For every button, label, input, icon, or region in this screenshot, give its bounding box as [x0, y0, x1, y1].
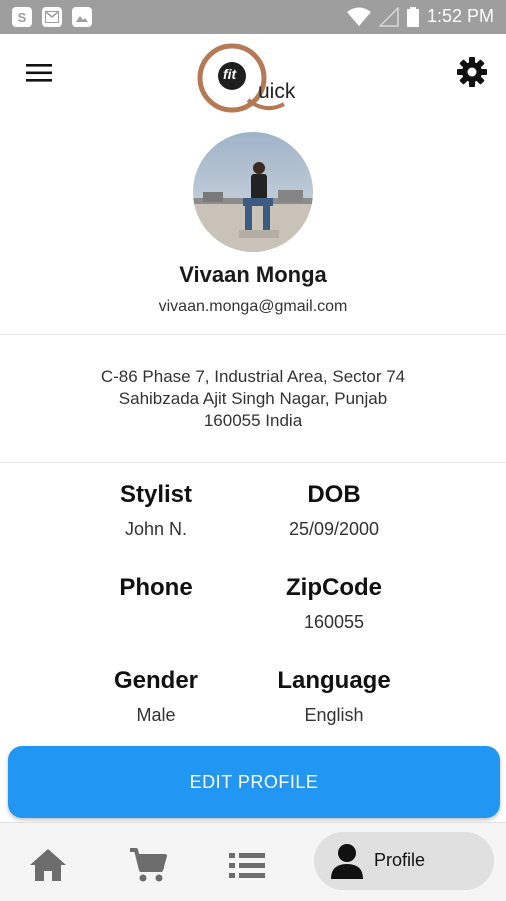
home-icon — [30, 849, 66, 881]
language-value: English — [304, 705, 364, 725]
nav-profile[interactable]: Profile — [314, 832, 494, 890]
stylist-label: Stylist — [119, 481, 193, 508]
nav-list[interactable] — [227, 845, 267, 885]
profile-email: vivaan.monga@gmail.com — [158, 298, 348, 315]
status-time: 1:52 PM — [426, 6, 494, 26]
wifi-icon — [346, 7, 371, 26]
mail-icon — [42, 7, 62, 27]
avatar-photo — [193, 132, 313, 252]
stylist-value: John N. — [124, 519, 188, 539]
edit-profile-button[interactable]: EDIT PROFILE — [8, 746, 500, 818]
divider — [0, 462, 506, 463]
bottom-nav: Profile — [0, 822, 506, 901]
profile-name: Vivaan Monga — [179, 262, 327, 287]
zipcode-value: 160055 — [303, 612, 365, 632]
list-icon — [229, 853, 265, 878]
image-icon — [72, 7, 92, 27]
signal-icon — [378, 6, 399, 27]
profile-icon — [331, 844, 363, 879]
app-logo: fit uick — [196, 42, 316, 114]
divider — [0, 334, 506, 335]
language-label: Language — [277, 667, 391, 694]
gender-label: Gender — [113, 667, 199, 694]
nav-cart[interactable] — [128, 845, 168, 885]
phone-label: Phone — [119, 574, 193, 601]
menu-button[interactable] — [24, 58, 54, 88]
skype-icon: S — [12, 7, 32, 27]
gear-icon — [457, 57, 487, 87]
gender-value: Male — [136, 705, 176, 725]
status-bar: S 1:52 PM — [0, 0, 506, 34]
dob-label: DOB — [307, 481, 361, 508]
status-right-icons: 1:52 PM — [346, 6, 494, 27]
logo-text: uick — [258, 80, 296, 103]
app-header: fit uick — [0, 34, 506, 114]
status-left-icons: S — [12, 7, 92, 27]
address-line-1: C-86 Phase 7, Industrial Area, Sector 74 — [100, 367, 406, 386]
zipcode-label: ZipCode — [286, 574, 382, 601]
battery-icon — [406, 6, 419, 27]
logo-badge: fit — [223, 66, 237, 82]
settings-button[interactable] — [456, 56, 488, 88]
nav-home[interactable] — [28, 845, 68, 885]
dob-value: 25/09/2000 — [288, 519, 380, 539]
nav-profile-label: Profile — [374, 850, 426, 870]
address-line-3: 160055 India — [203, 411, 303, 430]
cart-icon — [130, 848, 167, 882]
avatar[interactable] — [193, 132, 313, 252]
logo-mark — [197, 43, 285, 113]
profile-address: C-86 Phase 7, Industrial Area, Sector 74… — [0, 366, 506, 432]
address-line-2: Sahibzada Ajit Singh Nagar, Punjab — [118, 389, 388, 408]
hamburger-icon — [26, 64, 52, 82]
